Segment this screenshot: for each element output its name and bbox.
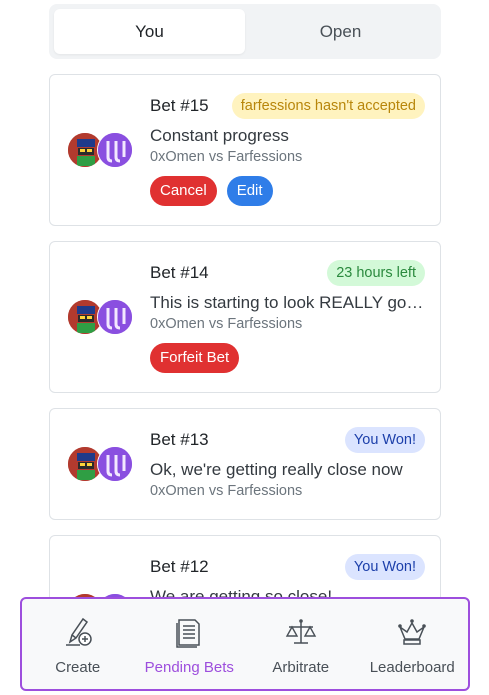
- nav-label: Create: [55, 659, 101, 676]
- bet-players: 0xOmen vs Farfessions: [150, 316, 303, 332]
- bet-number: Bet #13: [150, 430, 209, 449]
- status-badge: farfessions hasn't accepted: [231, 93, 425, 119]
- tab-open[interactable]: Open: [245, 9, 436, 54]
- avatar: [97, 299, 133, 335]
- bet-card[interactable]: Bet #13 You Won! Ok, we're getting reall…: [49, 408, 441, 520]
- avatar: [97, 446, 133, 482]
- nav-arbitrate[interactable]: Arbitrate: [248, 615, 353, 676]
- crown-icon: [398, 619, 427, 645]
- bet-card[interactable]: Bet #14 23 hours left This is starting t…: [49, 241, 441, 393]
- bets-tab-switcher: You Open: [49, 4, 441, 59]
- nav-create[interactable]: Create: [25, 615, 130, 676]
- bet-players: 0xOmen vs Farfessions: [150, 149, 303, 165]
- nav-label: Arbitrate: [272, 659, 330, 676]
- document-icon: [176, 619, 200, 648]
- bet-title: Ok, we're getting really close now: [150, 460, 403, 479]
- bet-avatars: [67, 132, 135, 168]
- bottom-navigation: Create Pending Bets Arbitrate Leaderboar…: [20, 597, 470, 691]
- pencil-plus-icon: [65, 617, 92, 646]
- bet-number: Bet #12: [150, 557, 209, 576]
- nav-pending-bets[interactable]: Pending Bets: [137, 615, 242, 676]
- bet-number: Bet #14: [150, 263, 209, 282]
- bet-avatars: [67, 299, 135, 335]
- nav-label: Pending Bets: [144, 659, 234, 676]
- scales-icon: [285, 619, 316, 644]
- tab-you[interactable]: You: [54, 9, 245, 54]
- status-badge: You Won!: [344, 554, 425, 580]
- bet-number: Bet #15: [150, 96, 209, 115]
- forfeit-bet-button[interactable]: Forfeit Bet: [150, 343, 240, 373]
- status-badge: You Won!: [344, 427, 425, 453]
- cancel-button[interactable]: Cancel: [150, 176, 217, 206]
- bet-title: Constant progress: [150, 126, 289, 145]
- bet-title: This is starting to look REALLY good: [150, 293, 425, 312]
- nav-label: Leaderboard: [369, 659, 455, 676]
- bet-card[interactable]: Bet #15 farfessions hasn't accepted Cons…: [49, 74, 441, 226]
- nav-leaderboard[interactable]: Leaderboard: [360, 615, 465, 676]
- edit-button[interactable]: Edit: [226, 176, 273, 206]
- bet-avatars: [67, 446, 135, 482]
- avatar: [97, 132, 133, 168]
- bet-players: 0xOmen vs Farfessions: [150, 483, 303, 499]
- status-badge: 23 hours left: [327, 260, 425, 286]
